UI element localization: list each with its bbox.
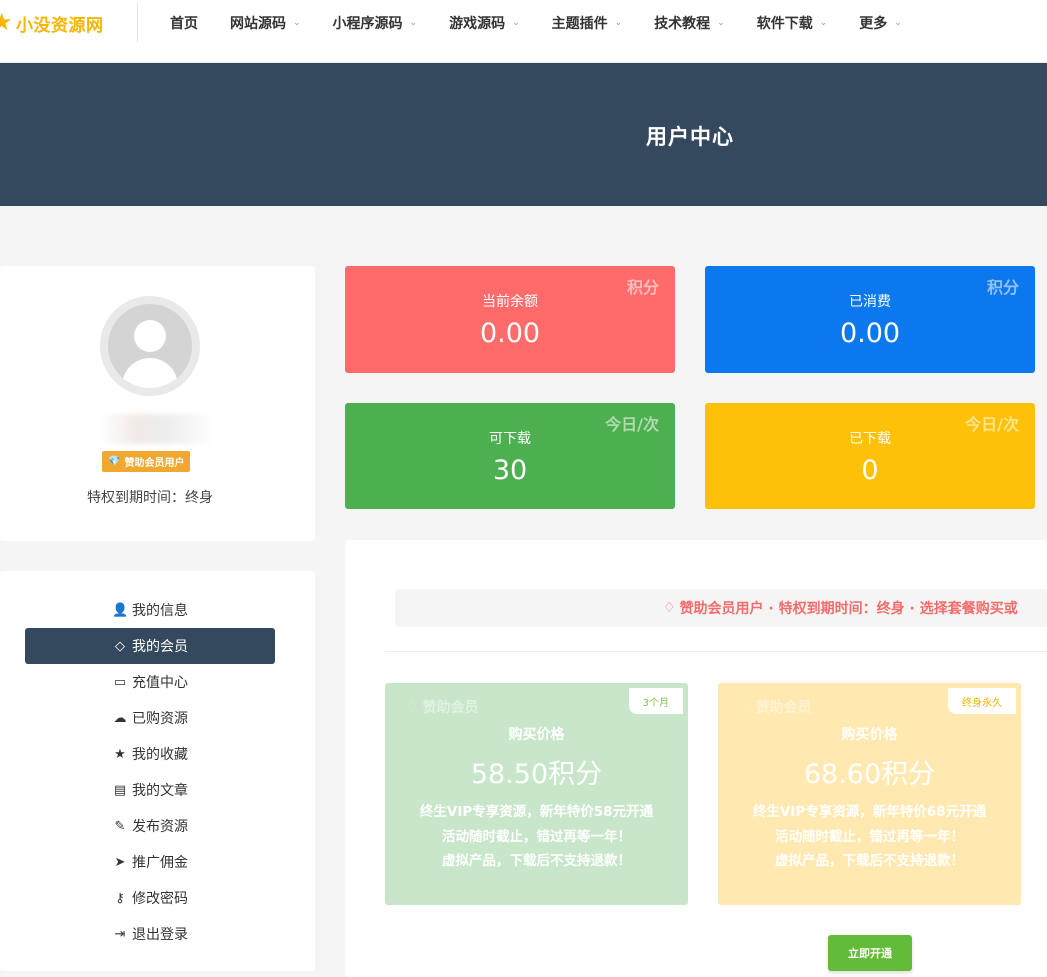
avatar[interactable] [100, 296, 200, 396]
vip-badge: 💎 赞助会员用户 [102, 451, 191, 472]
logo-divider [137, 2, 138, 42]
plan-price-label: 购买价格 [508, 727, 565, 743]
page-hero: 用户中心 [0, 63, 1047, 206]
sign-out-icon: ⇥ [114, 926, 126, 942]
chevron-down-icon: ⌄ [717, 18, 725, 28]
chevron-down-icon: ⌄ [614, 18, 623, 28]
credit-card-icon: ▭ [113, 674, 127, 690]
nav-item-miniprogram-source[interactable]: 小程序源码 ⌄ [333, 13, 418, 33]
diamond-icon: ♢ [663, 600, 676, 616]
vip-plan-lifetime[interactable]: 终身永久 ♢ 赞助会员 购买价格 68.60积分 终生VIP专享资源，新年特价68… [718, 683, 1021, 905]
page-title: 用户中心 [646, 125, 734, 149]
username-redacted [100, 414, 215, 444]
vip-plan-3-months[interactable]: 3个月 ♢ 赞助会员 购买价格 58.50积分 终生VIP专享资源，新年特价58元… [385, 683, 688, 905]
chevron-down-icon: ⌄ [894, 18, 902, 28]
chevron-down-icon: ⌄ [819, 18, 828, 28]
stat-value: 0.00 [839, 318, 901, 349]
menu-item-favorites[interactable]: ★ 我的收藏 [25, 736, 275, 772]
nav-item-home[interactable]: 首页 [170, 13, 198, 33]
chevron-down-icon: ⌄ [409, 18, 418, 28]
nav-item-game-source[interactable]: 游戏源码 ⌄ [449, 13, 520, 33]
stat-card-spent: 积分 已消费 0.00 [705, 266, 1035, 373]
pencil-icon: ✎ [114, 818, 126, 834]
stat-card-balance: 积分 当前余额 0.00 [345, 266, 675, 373]
plan-price-label: 购买价格 [841, 727, 898, 743]
diamond-icon: 💎 [108, 456, 121, 467]
nav-item-website-source[interactable]: 网站源码 ⌄ [230, 13, 301, 33]
menu-item-my-info[interactable]: 👤 我的信息 [25, 592, 275, 628]
nav-item-tutorials[interactable]: 技术教程 ⌄ [654, 13, 725, 33]
stat-label: 已消费 [849, 294, 891, 310]
chevron-down-icon: ⌄ [512, 18, 520, 28]
plan-name: ♢ 赞助会员 [406, 699, 479, 716]
stat-label: 已下载 [849, 431, 891, 447]
user-icon: 👤 [112, 602, 129, 618]
logo-text: 小没资源网 [16, 15, 104, 36]
divider [385, 651, 1047, 652]
plan-price: 68.60积分 [803, 759, 936, 790]
star-logo-icon: ★ [0, 12, 13, 34]
vip-expire-text: 特权到期时间：终身 [87, 490, 213, 506]
stat-card-can-download: 今日/次 可下载 30 [345, 403, 675, 509]
profile-card: 💎 赞助会员用户 特权到期时间：终身 [0, 266, 315, 541]
plan-tag: 3个月 [628, 688, 683, 714]
plan-description: 终生VIP专享资源，新年特价68元开通 活动随时截止，错过再等一年！ 虚拟产品，… [752, 804, 987, 869]
stat-label: 可下载 [489, 431, 531, 447]
stat-value: 0.00 [479, 318, 541, 349]
top-navbar: ★ 小没资源网 首页 网站源码 ⌄ 小程序源码 ⌄ 游戏源码 ⌄ 主题插件 ⌄ 技术教程… [0, 0, 1047, 63]
plan-tag: 终身永久 [948, 688, 1016, 714]
menu-item-affiliate[interactable]: ➤ 推广佣金 [25, 844, 275, 880]
plan-price: 58.50积分 [470, 759, 603, 790]
nav-item-more[interactable]: 更多 ⌄ [859, 13, 902, 33]
cloud-download-icon: ☁ [113, 710, 127, 726]
nav-item-software[interactable]: 软件下载 ⌄ [757, 13, 828, 33]
vip-panel: ♢ 赞助会员用户 · 特权到期时间：终身 · 选择套餐购买或 3个月 ♢ 赞助会员… [345, 540, 1047, 977]
star-icon: ★ [114, 746, 126, 762]
vip-notice: ♢ 赞助会员用户 · 特权到期时间：终身 · 选择套餐购买或 [395, 589, 1047, 627]
menu-item-my-vip[interactable]: ◇ 我的会员 [25, 628, 275, 664]
nav-item-themes-plugins[interactable]: 主题插件 ⌄ [552, 13, 623, 33]
menu-item-logout[interactable]: ⇥ 退出登录 [25, 916, 275, 952]
diamond-icon: ♢ [739, 699, 752, 715]
default-user-avatar-icon [108, 304, 192, 388]
buy-vip-button[interactable]: 立即开通 [828, 935, 912, 971]
menu-item-my-articles[interactable]: ▤ 我的文章 [25, 772, 275, 808]
chevron-down-icon: ⌄ [293, 18, 301, 28]
menu-item-publish[interactable]: ✎ 发布资源 [25, 808, 275, 844]
site-logo[interactable]: ★ 小没资源网 [0, 8, 104, 38]
file-icon: ▤ [113, 782, 127, 798]
key-icon: ⚷ [115, 890, 125, 906]
menu-item-purchased[interactable]: ☁ 已购资源 [25, 700, 275, 736]
diamond-icon: ◇ [115, 638, 125, 654]
menu-item-change-password[interactable]: ⚷ 修改密码 [25, 880, 275, 916]
stat-value: 0 [861, 455, 879, 486]
stat-card-downloaded: 今日/次 已下载 0 [705, 403, 1035, 509]
diamond-icon: ♢ [406, 699, 419, 715]
stat-value: 30 [492, 455, 528, 486]
plan-description: 终生VIP专享资源，新年特价58元开通 活动随时截止，错过再等一年！ 虚拟产品，… [419, 804, 654, 869]
menu-item-recharge[interactable]: ▭ 充值中心 [25, 664, 275, 700]
paper-plane-icon: ➤ [114, 854, 126, 870]
stat-label: 当前余额 [482, 294, 538, 310]
main-nav: 首页 网站源码 ⌄ 小程序源码 ⌄ 游戏源码 ⌄ 主题插件 ⌄ 技术教程 ⌄ 软件下载 ⌄ … [170, 12, 934, 34]
plan-name: ♢ 赞助会员 [739, 699, 812, 716]
user-menu: 👤 我的信息 ◇ 我的会员 ▭ 充值中心 ☁ 已购资源 ★ 我的收藏 ▤ 我的文章 ✎ 发布资… [0, 571, 315, 971]
